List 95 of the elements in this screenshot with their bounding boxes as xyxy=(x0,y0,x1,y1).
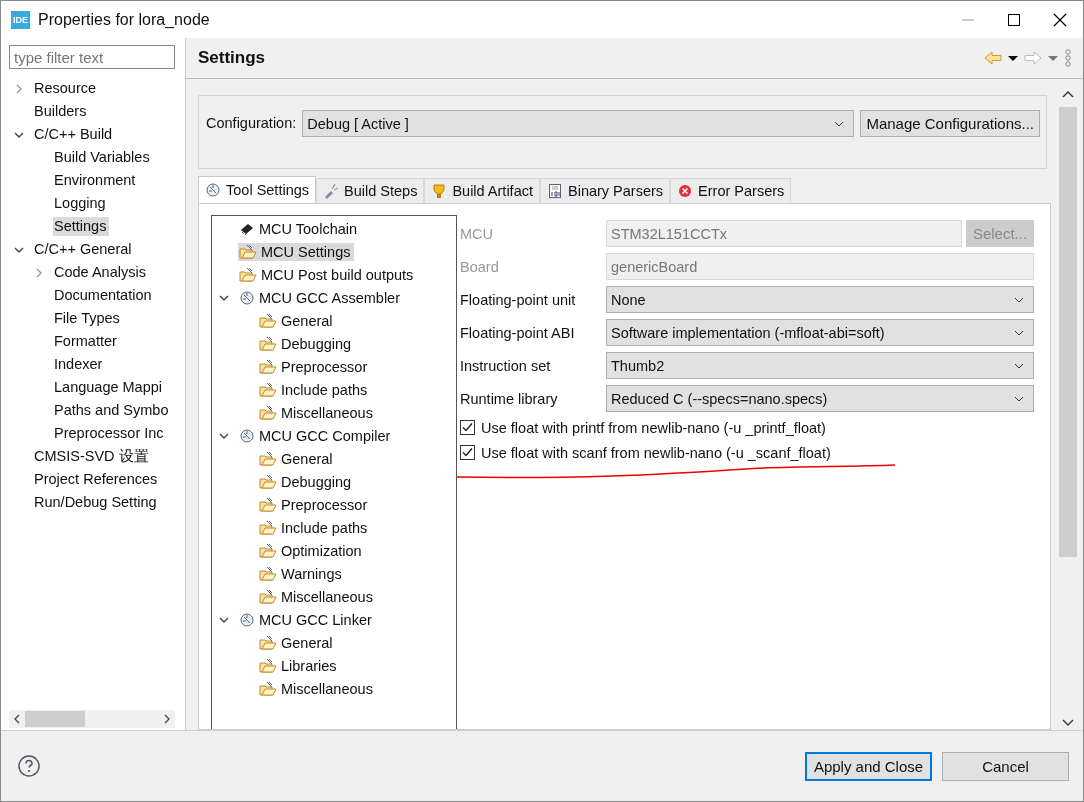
dropdown[interactable]: Software implementation (-mfloat-abi=soft) xyxy=(606,319,1034,346)
field-label: Floating-point unit xyxy=(460,291,577,308)
folder-icon xyxy=(259,335,277,352)
filter-field[interactable]: type filter text xyxy=(9,45,175,69)
tree-item[interactable]: Include paths xyxy=(258,380,372,399)
checkbox[interactable] xyxy=(460,445,475,460)
field-label: Floating-point ABI xyxy=(460,324,576,341)
brush-icon xyxy=(323,183,340,199)
cancel-button[interactable]: Cancel xyxy=(942,751,1069,781)
folder-icon xyxy=(239,266,257,283)
tree-item[interactable]: Builders xyxy=(33,102,90,121)
tree-item[interactable]: C/C++ General xyxy=(33,240,135,259)
folder-icon xyxy=(259,496,277,513)
configuration-label: Configuration: xyxy=(206,114,297,131)
tree-item[interactable]: Language Mappi xyxy=(53,378,166,397)
tree-item[interactable]: Miscellaneous xyxy=(258,679,377,698)
tree-item[interactable]: Logging xyxy=(53,194,109,213)
tree-item[interactable]: File Types xyxy=(53,309,123,328)
tree-item[interactable]: Optimization xyxy=(258,541,366,560)
tree-item[interactable]: MCU GCC Compiler xyxy=(238,426,395,445)
folder-icon xyxy=(259,565,277,582)
window-title: Properties for lora_node xyxy=(38,10,211,29)
tree-item[interactable]: Documentation xyxy=(53,286,155,305)
folder-icon xyxy=(259,381,277,398)
tree-item[interactable]: Warnings xyxy=(258,564,346,583)
tree-item[interactable]: Environment xyxy=(53,171,139,190)
folder-icon xyxy=(239,243,257,260)
tree-item[interactable]: Paths and Symbo xyxy=(53,401,172,420)
tree-item[interactable]: MCU Settings xyxy=(238,242,355,261)
folder-icon xyxy=(259,312,277,329)
tree-item[interactable]: Preprocessor Inc xyxy=(53,424,167,443)
field-label: Board xyxy=(460,258,500,275)
tree-item[interactable]: Project References xyxy=(33,470,161,489)
binary-file-icon xyxy=(547,183,563,199)
tree-item[interactable]: Run/Debug Setting xyxy=(33,493,160,512)
apply-and-close-button[interactable]: Apply and Close xyxy=(805,751,932,781)
tab[interactable]: Build Artifact xyxy=(424,178,540,203)
tree-item[interactable]: Miscellaneous xyxy=(258,587,377,606)
tab[interactable]: Build Steps xyxy=(316,178,425,203)
folder-icon xyxy=(259,358,277,375)
tree-item[interactable]: Preprocessor xyxy=(258,495,372,514)
folder-icon xyxy=(259,450,277,467)
tree-item[interactable]: C/C++ Build xyxy=(33,125,116,144)
tree-item[interactable]: Formatter xyxy=(53,332,120,351)
tree-item[interactable]: Settings xyxy=(53,217,110,236)
tree-item[interactable]: Indexer xyxy=(53,355,106,374)
gear-icon xyxy=(239,427,255,444)
folder-icon xyxy=(259,634,277,651)
gear-icon xyxy=(205,182,221,198)
app-icon: IDE xyxy=(11,10,30,29)
trophy-icon xyxy=(431,183,448,199)
folder-icon xyxy=(259,473,277,490)
tree-item[interactable]: Libraries xyxy=(258,656,341,675)
tree-item[interactable]: Build Variables xyxy=(53,148,153,167)
tree-item[interactable]: Code Analysis xyxy=(53,263,149,282)
tree-item[interactable]: MCU GCC Linker xyxy=(238,610,376,629)
tree-item[interactable]: Include paths xyxy=(258,518,372,537)
folder-icon xyxy=(259,404,277,421)
tree-item[interactable]: Resource xyxy=(33,79,100,98)
tree-item[interactable]: General xyxy=(258,449,337,468)
folder-icon xyxy=(259,588,277,605)
error-icon xyxy=(677,183,694,199)
checkbox[interactable] xyxy=(460,420,475,435)
checkbox-label[interactable]: Use float with scanf from newlib-nano (-u _scanf_float) xyxy=(481,444,831,461)
manage-configurations-button[interactable]: Manage Configurations... xyxy=(860,110,1040,137)
tree-item[interactable]: Preprocessor xyxy=(258,357,372,376)
folder-icon xyxy=(259,519,277,536)
tab[interactable]: Binary Parsers xyxy=(540,178,671,203)
folder-icon xyxy=(259,542,277,559)
tree-item[interactable]: Miscellaneous xyxy=(258,403,377,422)
tab[interactable]: Error Parsers xyxy=(670,178,792,203)
field-label: MCU xyxy=(460,225,495,242)
horizontal-scrollbar[interactable] xyxy=(9,710,175,728)
dropdown[interactable]: Reduced C (--specs=nano.specs) xyxy=(606,385,1034,412)
tree-item[interactable]: MCU GCC Assembler xyxy=(238,288,404,307)
configuration-dropdown[interactable]: Debug [ Active ] xyxy=(302,110,855,137)
tab[interactable]: Tool Settings xyxy=(198,176,317,203)
tree-item[interactable]: General xyxy=(258,311,337,330)
field-label: Runtime library xyxy=(460,390,559,407)
dropdown[interactable]: Thumb2 xyxy=(606,352,1034,379)
gear-icon xyxy=(239,611,255,628)
tree-item[interactable]: General xyxy=(258,633,337,652)
tree-item[interactable]: CMSIS-SVD 设置 xyxy=(33,445,152,468)
help-icon[interactable] xyxy=(17,754,41,778)
tree-item[interactable]: Debugging xyxy=(258,334,356,353)
tree-item[interactable]: MCU Post build outputs xyxy=(238,265,418,284)
folder-icon xyxy=(259,657,277,674)
gear-icon xyxy=(239,289,255,306)
checkbox-label[interactable]: Use float with printf from newlib-nano (-u _printf_float) xyxy=(481,419,826,436)
dropdown[interactable]: None xyxy=(606,286,1034,313)
tree-item[interactable]: MCU Toolchain xyxy=(238,219,362,238)
page-title: Settings xyxy=(198,48,266,68)
tree-item[interactable]: Debugging xyxy=(258,472,356,491)
field-label: Instruction set xyxy=(460,357,552,374)
folder-icon xyxy=(259,680,277,697)
